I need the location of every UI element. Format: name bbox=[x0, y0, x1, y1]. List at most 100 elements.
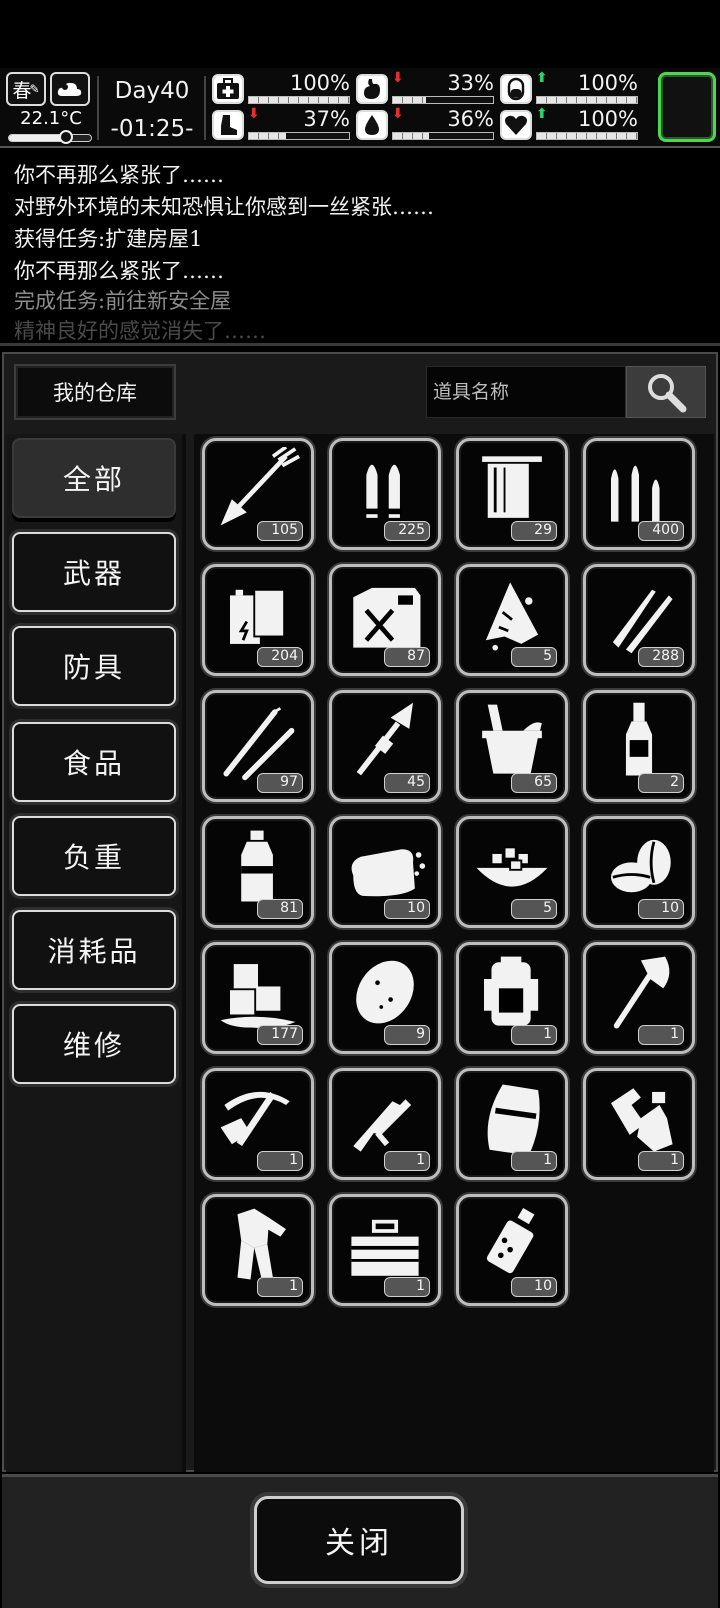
item-grid: 105 225 29 400 204 87 5 288 97 45 65 2 81 10 5 10 177 9 1 1… bbox=[194, 434, 714, 1472]
item-count: 5 bbox=[511, 899, 557, 919]
inventory-item[interactable]: 1 bbox=[202, 1194, 314, 1306]
search-icon bbox=[648, 374, 687, 413]
inventory-item[interactable]: 204 bbox=[202, 564, 314, 676]
item-count: 1 bbox=[384, 1151, 430, 1171]
stat-value: 100% bbox=[577, 107, 638, 131]
inventory-item[interactable]: 177 bbox=[202, 942, 314, 1054]
item-count: 204 bbox=[257, 647, 303, 667]
inventory-item[interactable]: 10 bbox=[583, 816, 695, 928]
item-count: 288 bbox=[638, 647, 684, 667]
weather-icon[interactable] bbox=[50, 72, 90, 106]
trend-down-icon: ⬇ bbox=[392, 70, 404, 86]
item-count: 5 bbox=[511, 647, 557, 667]
inventory-item[interactable]: 65 bbox=[456, 690, 568, 802]
crossbow-icon bbox=[220, 1091, 290, 1147]
grenade-icon bbox=[486, 1207, 535, 1274]
game-screen: 春 ✎ 22.1°C Day40 -01:25- 100% ⬇ 33% ⬆ 10… bbox=[0, 0, 720, 1608]
boot-icon bbox=[212, 110, 244, 140]
inventory-item[interactable]: 10 bbox=[329, 816, 441, 928]
liquor-bottle-icon bbox=[625, 702, 653, 776]
inventory-item[interactable]: 1 bbox=[583, 942, 695, 1054]
inventory-item[interactable]: 29 bbox=[456, 438, 568, 550]
day-counter: Day40 bbox=[114, 78, 190, 104]
inventory-item[interactable]: 1 bbox=[456, 942, 568, 1054]
item-count: 2 bbox=[638, 773, 684, 793]
stat-mood[interactable]: ⬆ 100% bbox=[500, 106, 642, 142]
category-armor[interactable]: 防具 bbox=[12, 626, 176, 706]
item-count: 400 bbox=[638, 521, 684, 541]
item-count: 65 bbox=[511, 773, 557, 793]
submachine-gun-icon bbox=[353, 1099, 412, 1152]
close-button[interactable]: 关闭 bbox=[254, 1496, 464, 1584]
rifle-ammo-icon bbox=[611, 465, 660, 522]
equipment-slot[interactable] bbox=[658, 72, 716, 142]
item-count: 45 bbox=[384, 773, 430, 793]
inventory-item[interactable]: 1 bbox=[456, 1068, 568, 1180]
category-food[interactable]: 食品 bbox=[12, 722, 176, 802]
inventory-item[interactable]: 288 bbox=[583, 564, 695, 676]
ice-icon bbox=[220, 964, 296, 1028]
coffee-beans-icon bbox=[611, 839, 671, 893]
category-carry[interactable]: 负重 bbox=[12, 816, 176, 896]
inventory-item[interactable]: 1 bbox=[329, 1068, 441, 1180]
log-line: 获得任务:扩建房屋1 bbox=[14, 227, 203, 251]
stat-hunger[interactable]: ⬇ 33% bbox=[356, 70, 498, 106]
item-count: 10 bbox=[638, 899, 684, 919]
divider bbox=[97, 76, 99, 140]
item-count: 105 bbox=[257, 521, 303, 541]
rocket-icon bbox=[356, 702, 413, 776]
search-button[interactable] bbox=[626, 366, 706, 418]
stat-thirst[interactable]: ⬇ 36% bbox=[356, 106, 498, 142]
inventory-item[interactable]: 2 bbox=[583, 690, 695, 802]
inventory-item[interactable]: 1 bbox=[329, 1194, 441, 1306]
stat-stamina[interactable]: ⬇ 37% bbox=[212, 107, 354, 142]
bread-icon bbox=[351, 849, 426, 897]
item-count: 97 bbox=[257, 773, 303, 793]
temperature-bar bbox=[8, 130, 92, 144]
item-count: 10 bbox=[384, 899, 430, 919]
medkit-icon bbox=[212, 74, 244, 104]
stomach-icon bbox=[356, 74, 388, 104]
item-search-input[interactable] bbox=[426, 366, 626, 418]
inventory-item[interactable]: 225 bbox=[329, 438, 441, 550]
stat-value: 100% bbox=[577, 71, 638, 95]
inventory-item[interactable]: 97 bbox=[202, 690, 314, 802]
water-drop-icon bbox=[356, 110, 388, 140]
axe-icon bbox=[613, 956, 670, 1029]
log-line: 你不再那么紧张了…… bbox=[14, 163, 224, 187]
stat-bar bbox=[248, 96, 350, 104]
inventory-item[interactable]: 400 bbox=[583, 438, 695, 550]
item-count: 29 bbox=[511, 521, 557, 541]
inventory-item[interactable]: 45 bbox=[329, 690, 441, 802]
pill-icon bbox=[500, 74, 532, 104]
inventory-item[interactable]: 9 bbox=[329, 942, 441, 1054]
divider bbox=[204, 76, 206, 140]
category-weapons[interactable]: 武器 bbox=[12, 532, 176, 612]
stat-energy[interactable]: ⬆ 100% bbox=[500, 71, 642, 106]
item-count: 177 bbox=[257, 1025, 303, 1045]
inventory-item[interactable]: 87 bbox=[329, 564, 441, 676]
inventory-item[interactable]: 5 bbox=[456, 564, 568, 676]
category-all[interactable]: 全部 bbox=[12, 438, 176, 518]
category-repair[interactable]: 维修 bbox=[12, 1004, 176, 1084]
stat-value: 100% bbox=[289, 71, 350, 95]
season-badge[interactable]: 春 ✎ bbox=[6, 72, 46, 106]
category-consumables[interactable]: 消耗品 bbox=[12, 910, 176, 990]
inventory-item[interactable]: 5 bbox=[456, 816, 568, 928]
inventory-item[interactable]: 81 bbox=[202, 816, 314, 928]
trend-up-icon: ⬆ bbox=[536, 106, 548, 122]
item-count: 1 bbox=[257, 1151, 303, 1171]
stat-bar bbox=[536, 132, 638, 140]
stat-health[interactable]: 100% bbox=[212, 72, 354, 106]
inventory-item[interactable]: 105 bbox=[202, 438, 314, 550]
inventory-item[interactable]: 10 bbox=[456, 1194, 568, 1306]
stat-bar bbox=[536, 96, 638, 104]
trend-down-icon: ⬇ bbox=[392, 106, 404, 122]
inventory-item[interactable]: 1 bbox=[202, 1068, 314, 1180]
my-warehouse-button[interactable]: 我的仓库 bbox=[16, 366, 174, 418]
item-count: 81 bbox=[257, 899, 303, 919]
potato-icon bbox=[356, 960, 414, 1024]
arrow-icon bbox=[220, 447, 300, 526]
inventory-item[interactable]: 1 bbox=[583, 1068, 695, 1180]
stat-bar bbox=[392, 132, 494, 140]
